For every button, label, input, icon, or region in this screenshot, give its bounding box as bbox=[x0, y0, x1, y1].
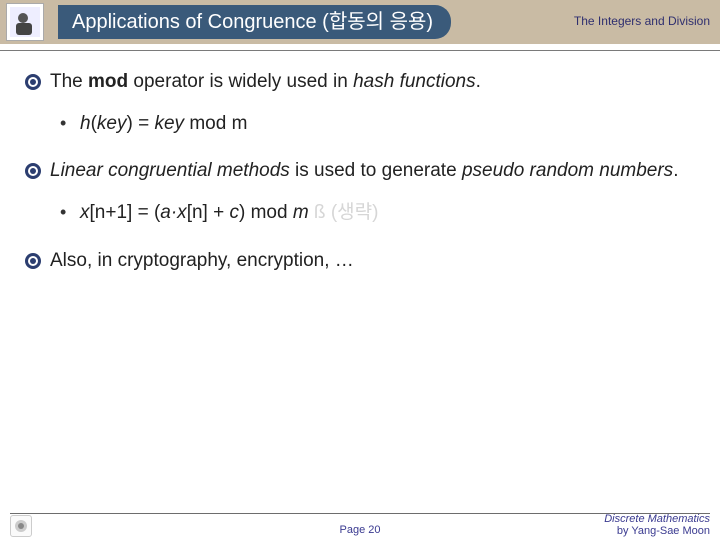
university-logo-icon bbox=[10, 515, 32, 537]
emblem-icon bbox=[24, 162, 42, 180]
text-ghost: ß (생략) bbox=[309, 202, 379, 223]
text-ital: m bbox=[293, 202, 309, 223]
text: ) = bbox=[126, 113, 154, 134]
text: . bbox=[673, 160, 678, 181]
text-ital: hash functions bbox=[353, 71, 476, 92]
text-ital: c bbox=[229, 202, 239, 223]
text-ital: pseudo random numbers bbox=[462, 160, 673, 181]
instructor-photo-icon bbox=[6, 3, 44, 41]
bullet-dot-icon: • bbox=[60, 200, 74, 226]
text-bold: mod bbox=[88, 71, 128, 92]
text: ) mod bbox=[239, 202, 293, 223]
text: The bbox=[50, 71, 88, 92]
header: Applications of Congruence (합동의 응용) The … bbox=[0, 0, 720, 44]
text-ital: a·x bbox=[160, 202, 186, 223]
text: . bbox=[476, 71, 481, 92]
text: operator is widely used in bbox=[128, 71, 353, 92]
footer-right: Discrete Mathematics by Yang-Sae Moon bbox=[604, 514, 710, 537]
text-ital: x bbox=[80, 202, 90, 223]
footer: Page 20 Discrete Mathematics by Yang-Sae… bbox=[0, 516, 720, 540]
text-ital: Linear congruential methods bbox=[50, 160, 290, 181]
sub-bullet-item: • h(key) = key mod m bbox=[60, 111, 694, 137]
text: mod m bbox=[184, 113, 247, 134]
text-ital: key bbox=[97, 113, 127, 134]
bullet-item: Linear congruential methods is used to g… bbox=[24, 158, 694, 184]
emblem-icon bbox=[24, 252, 42, 270]
bullet-dot-icon: • bbox=[60, 111, 74, 137]
text: [n] + bbox=[187, 202, 230, 223]
slide-title: Applications of Congruence (합동의 응용) bbox=[58, 5, 451, 39]
text: Also, in cryptography, encryption, … bbox=[50, 248, 354, 274]
page-number: Page 20 bbox=[340, 524, 381, 536]
text-ital: h bbox=[80, 113, 91, 134]
sub-bullet-item: • x[n+1] = (a·x[n] + c) mod m ß (생략) bbox=[60, 200, 694, 226]
chapter-label: The Integers and Division bbox=[574, 14, 710, 28]
author-name: by Yang-Sae Moon bbox=[604, 526, 710, 538]
bullet-item: The mod operator is widely used in hash … bbox=[24, 69, 694, 95]
footer-left bbox=[10, 515, 38, 537]
bullet-item: Also, in cryptography, encryption, … bbox=[24, 248, 694, 274]
text: [n+1] = ( bbox=[90, 202, 161, 223]
text-ital: key bbox=[154, 113, 184, 134]
text: is used to generate bbox=[290, 160, 462, 181]
emblem-icon bbox=[24, 73, 42, 91]
content: The mod operator is widely used in hash … bbox=[0, 51, 720, 273]
